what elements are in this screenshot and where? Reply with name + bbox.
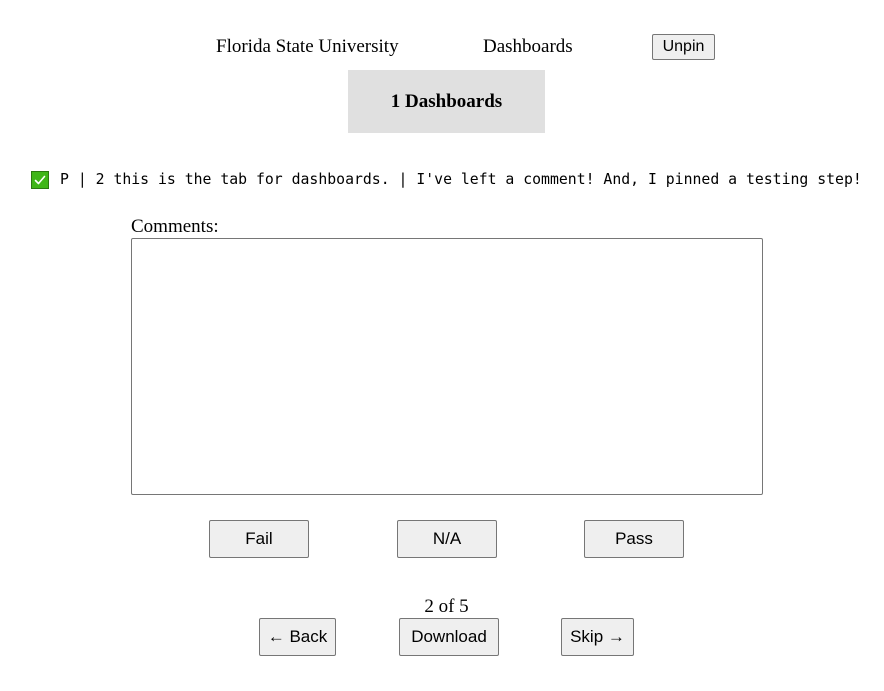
pass-button[interactable]: Pass bbox=[584, 520, 684, 558]
fail-button[interactable]: Fail bbox=[209, 520, 309, 558]
back-button[interactable]: ← Back bbox=[259, 618, 336, 656]
comments-textarea[interactable] bbox=[131, 238, 763, 495]
organization-name: Florida State University bbox=[216, 36, 399, 57]
tab-title: 1 Dashboards bbox=[390, 90, 503, 112]
checkmark-icon bbox=[31, 171, 49, 189]
download-button[interactable]: Download bbox=[399, 618, 499, 656]
na-button[interactable]: N/A bbox=[397, 520, 497, 558]
skip-button[interactable]: Skip → bbox=[561, 618, 634, 656]
unpin-button[interactable]: Unpin bbox=[652, 34, 715, 60]
tab-current[interactable]: 1 Dashboards bbox=[348, 70, 545, 133]
status-text: P | 2 this is the tab for dashboards. | … bbox=[60, 171, 862, 188]
section-title: Dashboards bbox=[483, 36, 573, 57]
status-row: P | 2 this is the tab for dashboards. | … bbox=[31, 171, 862, 189]
comments-label: Comments: bbox=[131, 216, 219, 237]
page-counter: 2 of 5 bbox=[424, 596, 469, 617]
